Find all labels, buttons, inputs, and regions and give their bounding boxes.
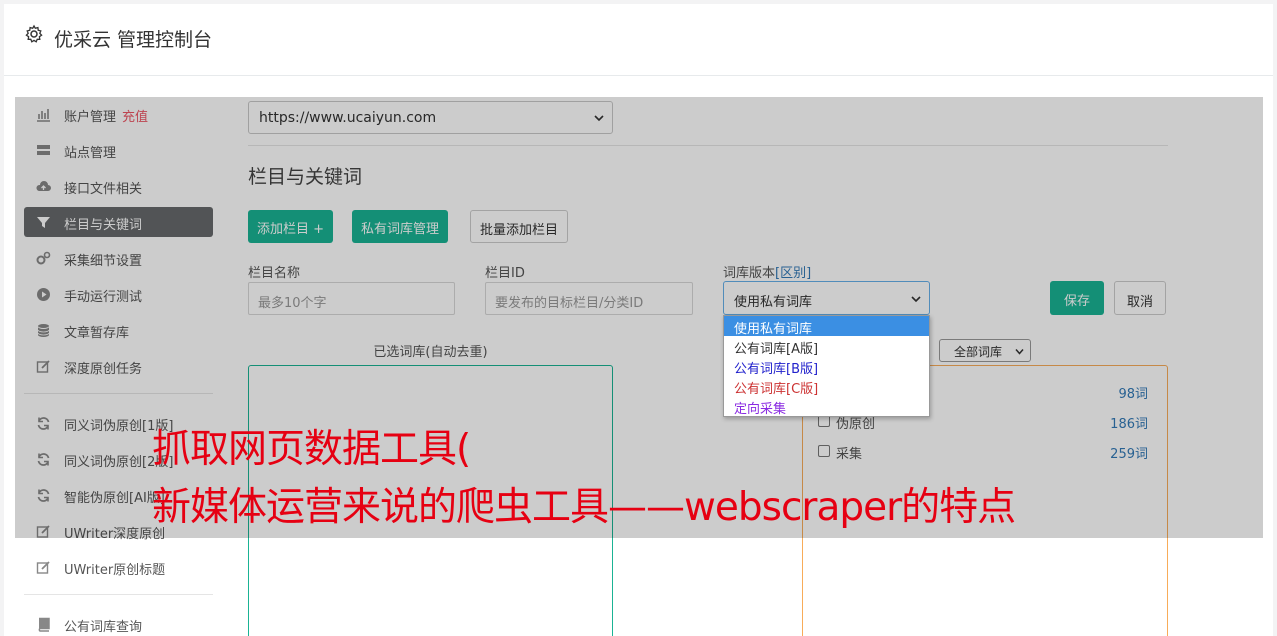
sidebar-divider <box>24 594 213 595</box>
caption-line-2: 新媒体运营来说的爬虫工具——webscraper的特点 <box>152 485 1016 530</box>
page-title: 优采云 管理控制台 <box>54 29 213 51</box>
dropdown-option[interactable]: 公有词库[B版] <box>724 356 929 377</box>
sidebar-item-label: UWriter原创标题 <box>64 563 166 578</box>
book-icon <box>38 617 50 632</box>
dropdown-option[interactable]: 定向采集 <box>724 396 929 417</box>
sidebar-item-label: 公有词库查询 <box>64 620 143 635</box>
gear-icon <box>25 24 43 43</box>
dropdown-option[interactable]: 公有词库[C版] <box>724 376 929 397</box>
top-bar: 优采云 管理控制台 <box>4 4 1273 76</box>
dropdown-option[interactable]: 使用私有词库 <box>724 316 929 337</box>
library-version-dropdown: 使用私有词库 公有词库[A版] 公有词库[B版] 公有词库[C版] 定向采集 <box>723 315 930 417</box>
sidebar-item-public-lib-query[interactable]: 公有词库查询 <box>24 609 213 636</box>
caption-line-1: 抓取网页数据工具( <box>152 427 471 472</box>
edit-icon <box>36 561 50 574</box>
dropdown-option[interactable]: 公有词库[A版] <box>724 336 929 357</box>
sidebar-item-uwriter-title[interactable]: UWriter原创标题 <box>24 552 213 582</box>
